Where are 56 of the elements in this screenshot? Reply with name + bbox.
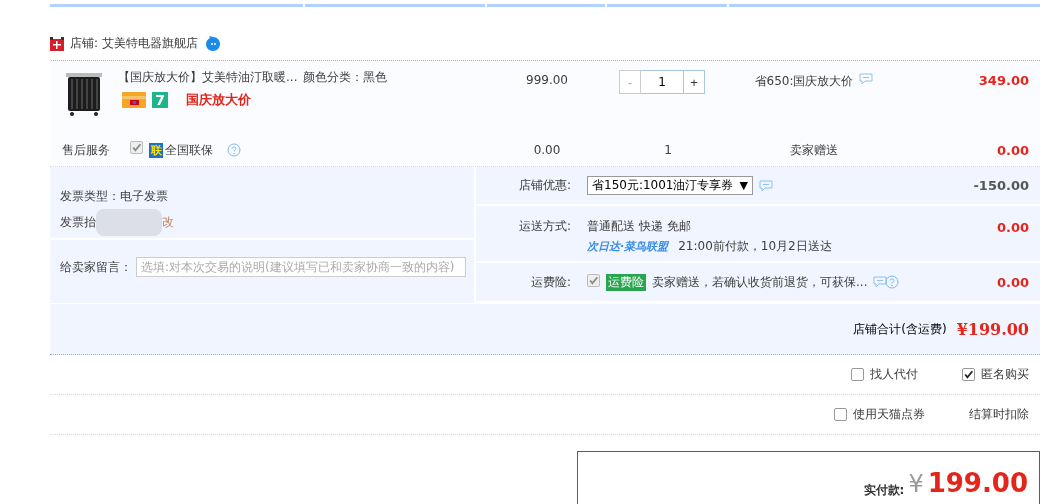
currency-sign: ¥ [908,470,924,498]
comment-icon[interactable] [859,73,874,85]
shipping-amount: 0.00 [995,219,1030,237]
carrier-label: 次日达·菜鸟联盟 [587,240,669,253]
shipping-method: 普通配送 快递 免邮 [587,218,691,235]
help-icon[interactable] [227,143,241,157]
payment-amount: 199.00 [927,468,1028,498]
option-label[interactable]: 匿名购买 [981,366,1029,383]
invoice-title-label: 发票抬 [60,214,96,231]
points-checkbox[interactable] [834,408,847,421]
redaction-blur [96,209,162,236]
payment-label: 实付款: [863,482,905,499]
option-checkbox[interactable] [962,368,975,381]
item-subtotal: 349.00 [978,73,1029,88]
promo-label: 国庆放大价 [186,91,251,109]
product-title[interactable]: 【国庆放大价】艾美特油汀取暖... [118,69,298,86]
return-badge: 7 [152,92,168,108]
card-icon [122,92,146,108]
points-note: 结算时扣除 [969,406,1029,423]
discount-text: 省650:国庆放大价 [754,73,854,90]
comment-icon[interactable] [758,179,773,192]
discount-amount: -150.00 [972,178,1030,193]
coupon-select[interactable]: 省150元:1001油汀专享券 ▼ [587,176,753,195]
option-label[interactable]: 找人代付 [870,366,918,383]
chat-icon[interactable] [204,35,221,52]
delivery-time: 21:00前付款，10月2日送达 [678,239,832,253]
product-sku: 颜色分类：黑色 [303,69,388,86]
insurance-checkbox[interactable] [587,273,600,287]
option-checkbox[interactable] [851,368,864,381]
message-label: 给卖家留言： [60,258,132,276]
insurance-label: 运费险: [529,273,571,291]
insurance-tag: 运费险 [606,273,646,291]
quantity-field[interactable]: 1 [641,70,683,94]
store-total-label: 店铺合计(含运费) [853,320,947,338]
points-label[interactable]: 使用天猫点券 [853,406,925,423]
invoice-type: 发票类型：电子发票 [60,188,169,205]
help-icon[interactable] [885,275,900,289]
store-name[interactable]: 店铺: 艾美特电器旗舰店 [70,35,198,52]
message-field[interactable]: 选填:对本次交易的说明(建议填写已和卖家协商一致的内容) [136,257,466,277]
unit-price: 999.00 [526,73,568,87]
insurance-amount: 0.00 [995,274,1030,290]
service-subtotal: 0.00 [996,142,1029,158]
service-note: 卖家赠送 [790,142,838,157]
store-total-amount: ¥199.00 [956,319,1029,339]
service-name: 全国联保 [165,141,213,159]
service-checkbox[interactable] [130,140,143,154]
service-price: 0.00 [533,143,561,157]
shipping-label: 运送方式: [517,218,571,235]
discount-label: 店铺优惠: [517,177,571,194]
service-quantity: 1 [664,143,672,157]
store-logo-icon [50,35,65,52]
insurance-text: 卖家赠送，若确认收货前退货，可获保... [652,273,868,291]
warranty-badge: 联 [149,142,163,158]
service-label: 售后服务 [62,141,110,159]
comment-icon[interactable] [873,276,888,288]
increase-button[interactable]: + [683,70,705,94]
